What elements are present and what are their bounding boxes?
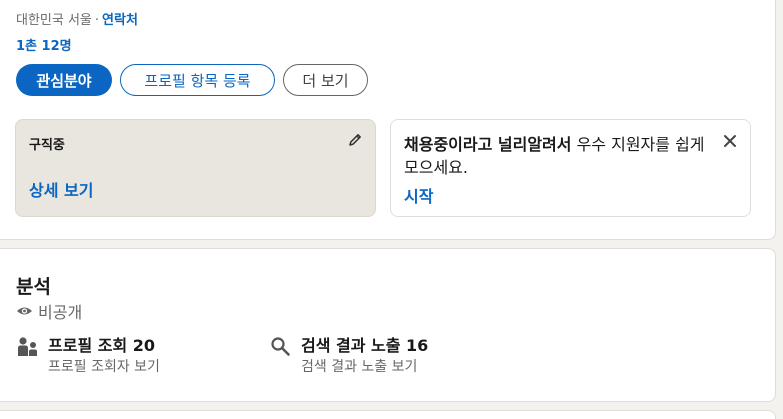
close-icon[interactable]: [722, 133, 738, 149]
search-appearances-sub: 검색 결과 노출 보기: [301, 359, 418, 375]
analytics-title: 분석: [16, 276, 51, 298]
search-appearances-metric[interactable]: 검색 결과 노출 16 검색 결과 노출 보기: [270, 335, 428, 377]
next-card: [0, 410, 776, 419]
open-to-work-title: 구직중: [29, 138, 65, 153]
more-button[interactable]: 더 보기: [283, 64, 368, 96]
add-profile-section-button[interactable]: 프로필 항목 등록: [120, 64, 275, 96]
hiring-message: 채용중이라고 널리알려서 우수 지원자를 쉽게 모으세요.: [404, 133, 719, 179]
hiring-card: 채용중이라고 널리알려서 우수 지원자를 쉽게 모으세요. 시작: [390, 119, 751, 217]
location-line: 대한민국 서울 · 연락처: [16, 9, 138, 28]
eye-icon: [17, 307, 32, 315]
pencil-icon[interactable]: [347, 132, 363, 148]
analytics-visibility: 비공개: [16, 299, 82, 323]
profile-views-metric[interactable]: 프로필 조회 20 프로필 조회자 보기: [17, 335, 160, 377]
analytics-card: [0, 248, 776, 402]
open-to-work-details-link[interactable]: 상세 보기: [29, 177, 93, 201]
search-appearances-label: 검색 결과 노출 16: [301, 336, 429, 355]
hiring-message-bold: 채용중이라고 널리알려서: [404, 135, 572, 154]
people-icon: [18, 337, 37, 356]
search-icon: [271, 337, 290, 356]
hiring-start-link[interactable]: 시작: [404, 183, 433, 207]
profile-views-label: 프로필 조회 20: [48, 336, 156, 355]
separator: ·: [94, 13, 100, 28]
visibility-text: 비공개: [38, 303, 83, 322]
open-to-button[interactable]: 관심분야: [16, 64, 112, 96]
connections-link[interactable]: 1촌 12명: [16, 35, 72, 54]
profile-views-sub: 프로필 조회자 보기: [48, 359, 160, 375]
location-text: 대한민국 서울: [16, 13, 92, 28]
contact-info-link[interactable]: 연락처: [102, 13, 138, 28]
open-to-work-card: 구직중 상세 보기: [15, 119, 376, 217]
